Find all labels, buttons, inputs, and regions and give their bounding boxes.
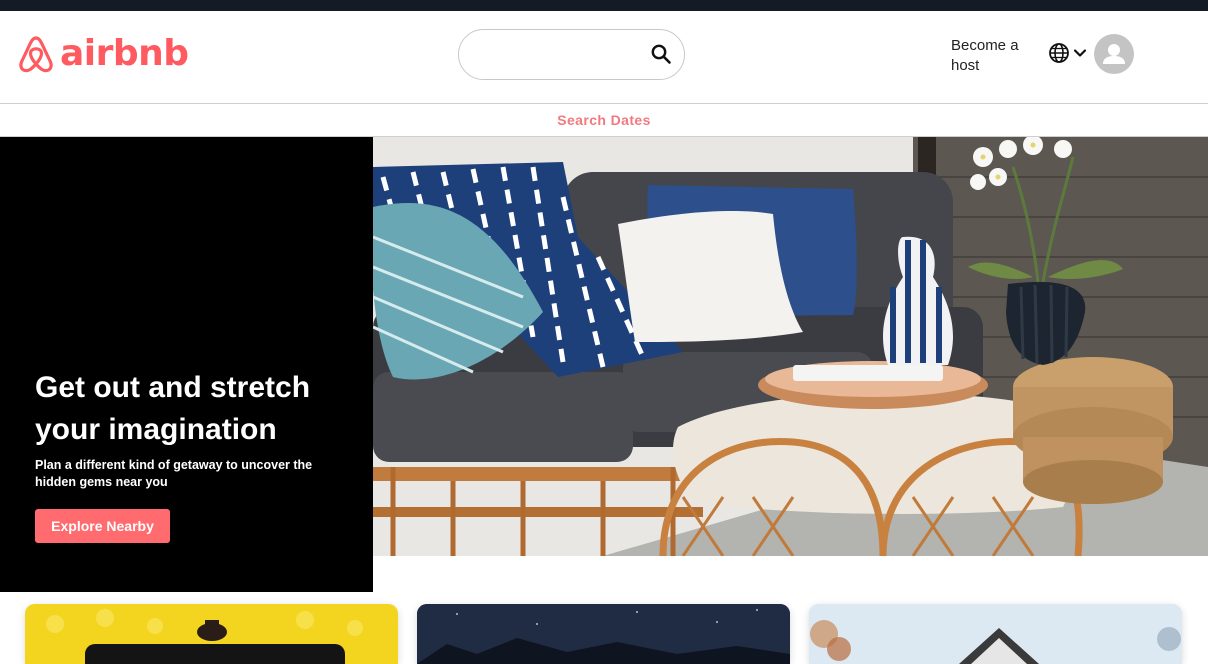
hero-title: Get out and stretch your imagination xyxy=(35,371,311,446)
user-avatar[interactable] xyxy=(1094,34,1134,74)
sub-navigation: Search Dates xyxy=(0,104,1208,137)
become-host-link[interactable]: Become a host xyxy=(951,36,1031,76)
search-dates-link[interactable]: Search Dates xyxy=(557,112,651,128)
search-icon xyxy=(651,44,671,64)
card-2[interactable] xyxy=(417,604,790,664)
card-3[interactable] xyxy=(809,604,1182,664)
airbnb-logo[interactable]: airbnb xyxy=(18,33,189,74)
chevron-down-icon xyxy=(1073,49,1087,57)
search-bar[interactable] xyxy=(458,29,685,80)
search-input[interactable] xyxy=(477,42,647,68)
hero-subtitle: Plan a different kind of getaway to unco… xyxy=(35,458,313,489)
hero-image xyxy=(373,137,1208,556)
language-selector[interactable] xyxy=(1048,42,1088,64)
airbnb-logo-icon xyxy=(19,35,53,72)
user-avatar-icon xyxy=(1103,44,1125,64)
search-button[interactable] xyxy=(648,42,674,68)
browser-top-strip xyxy=(0,0,1208,11)
site-header: airbnb Become a host xyxy=(0,11,1208,104)
card-1[interactable] xyxy=(25,604,398,664)
globe-icon xyxy=(1049,43,1069,63)
brand-name: airbnb xyxy=(60,33,189,74)
explore-nearby-button[interactable]: Explore Nearby xyxy=(35,509,170,543)
hero-panel: Get out and stretch your imagination Pla… xyxy=(0,137,373,592)
